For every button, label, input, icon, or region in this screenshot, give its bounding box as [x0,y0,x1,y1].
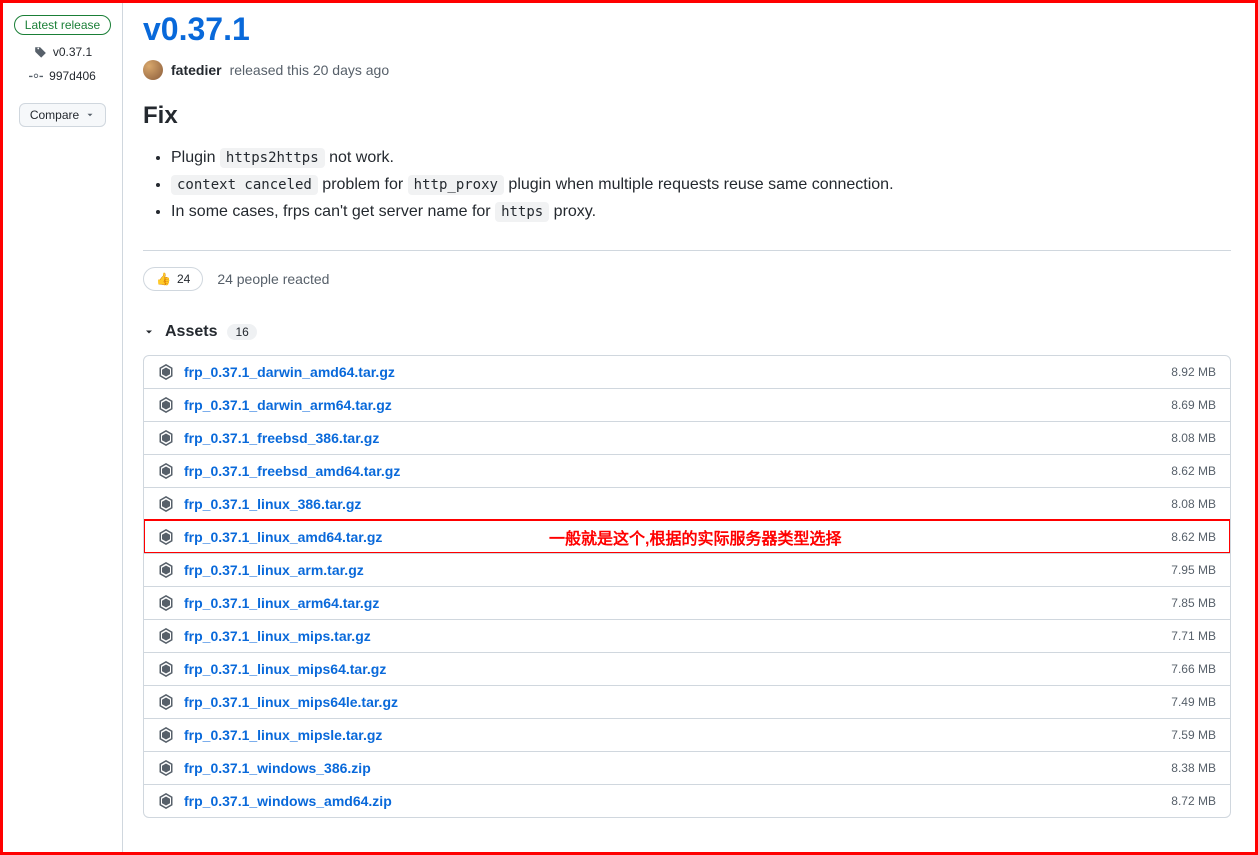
asset-row: frp_0.37.1_freebsd_amd64.tar.gz 8.62 MB [144,454,1230,487]
release-sidebar: Latest release v0.37.1 997d406 Compare [3,3,123,852]
inline-code: https2https [220,148,325,168]
asset-row: frp_0.37.1_linux_mips.tar.gz 7.71 MB [144,619,1230,652]
commit-row[interactable]: 997d406 [29,69,96,83]
package-icon [158,727,174,743]
package-icon [158,496,174,512]
asset-link[interactable]: frp_0.37.1_linux_mips.tar.gz [184,628,371,644]
reaction-count: 24 [177,272,190,286]
asset-row: frp_0.37.1_linux_arm.tar.gz 7.95 MB [144,553,1230,586]
asset-size: 8.92 MB [1171,365,1216,379]
asset-row: frp_0.37.1_linux_mips64le.tar.gz 7.49 MB [144,685,1230,718]
reaction-summary: 24 people reacted [217,271,329,287]
asset-link[interactable]: frp_0.37.1_freebsd_386.tar.gz [184,430,379,446]
inline-code: context canceled [171,175,318,195]
asset-size: 7.59 MB [1171,728,1216,742]
asset-size: 8.08 MB [1171,497,1216,511]
release-author[interactable]: fatedier [171,62,222,78]
asset-row: frp_0.37.1_linux_arm64.tar.gz 7.85 MB [144,586,1230,619]
asset-size: 7.49 MB [1171,695,1216,709]
asset-size: 7.66 MB [1171,662,1216,676]
release-note-item: Plugin https2https not work. [171,144,1231,171]
reaction-row: 👍 24 24 people reacted [143,267,1231,291]
asset-link[interactable]: frp_0.37.1_windows_amd64.zip [184,793,392,809]
reaction-thumbsup[interactable]: 👍 24 [143,267,203,291]
release-title[interactable]: v0.37.1 [143,11,1231,48]
notes-heading: Fix [143,102,1231,130]
caret-down-icon [143,326,155,338]
compare-label: Compare [30,108,79,122]
asset-row: frp_0.37.1_linux_386.tar.gz 8.08 MB [144,487,1230,520]
inline-code: https [495,202,549,222]
asset-row: frp_0.37.1_darwin_amd64.tar.gz 8.92 MB [144,356,1230,388]
section-divider [143,250,1231,251]
caret-down-icon [85,110,95,120]
asset-link[interactable]: frp_0.37.1_windows_386.zip [184,760,371,776]
package-icon [158,430,174,446]
release-note-item: In some cases, frps can't get server nam… [171,198,1231,225]
assets-label: Assets [165,323,217,341]
asset-link[interactable]: frp_0.37.1_linux_mipsle.tar.gz [184,727,382,743]
asset-link[interactable]: frp_0.37.1_linux_arm64.tar.gz [184,595,379,611]
release-notes-list: Plugin https2https not work.context canc… [143,144,1231,226]
annotation-text: 一般就是这个,根据的实际服务器类型选择 [549,525,841,549]
asset-size: 8.38 MB [1171,761,1216,775]
asset-link[interactable]: frp_0.37.1_linux_arm.tar.gz [184,562,364,578]
package-icon [158,529,174,545]
asset-row: frp_0.37.1_windows_amd64.zip 8.72 MB [144,784,1230,817]
thumbsup-icon: 👍 [156,272,171,286]
inline-code: http_proxy [408,175,504,195]
latest-release-badge: Latest release [14,15,111,35]
asset-size: 7.95 MB [1171,563,1216,577]
asset-link[interactable]: frp_0.37.1_freebsd_amd64.tar.gz [184,463,400,479]
avatar[interactable] [143,60,163,80]
assets-list: frp_0.37.1_darwin_amd64.tar.gz8.92 MBfrp… [143,355,1231,818]
asset-link[interactable]: frp_0.37.1_darwin_arm64.tar.gz [184,397,392,413]
tag-icon [33,45,47,59]
asset-link[interactable]: frp_0.37.1_linux_386.tar.gz [184,496,361,512]
package-icon [158,793,174,809]
asset-link[interactable]: frp_0.37.1_linux_amd64.tar.gz [184,529,382,545]
package-icon [158,694,174,710]
package-icon [158,661,174,677]
package-icon [158,595,174,611]
asset-size: 8.62 MB [1171,530,1216,544]
package-icon [158,364,174,380]
assets-toggle[interactable]: Assets 16 [143,323,1231,341]
asset-row: frp_0.37.1_linux_amd64.tar.gz 8.62 MB 一般就是… [144,520,1230,553]
package-icon [158,562,174,578]
asset-row: frp_0.37.1_linux_mipsle.tar.gz 7.59 MB [144,718,1230,751]
tag-row[interactable]: v0.37.1 [33,45,92,59]
asset-size: 8.08 MB [1171,431,1216,445]
asset-row: frp_0.37.1_windows_386.zip 8.38 MB [144,751,1230,784]
asset-size: 8.69 MB [1171,398,1216,412]
package-icon [158,463,174,479]
commit-sha: 997d406 [49,69,96,83]
asset-size: 7.71 MB [1171,629,1216,643]
asset-size: 7.85 MB [1171,596,1216,610]
asset-size: 8.72 MB [1171,794,1216,808]
commit-icon [29,69,43,83]
package-icon [158,628,174,644]
asset-row: frp_0.37.1_darwin_arm64.tar.gz 8.69 MB [144,388,1230,421]
release-byline: fatedier released this 20 days ago [143,60,1231,80]
asset-row: frp_0.37.1_freebsd_386.tar.gz 8.08 MB [144,421,1230,454]
package-icon [158,397,174,413]
release-note-item: context canceled problem for http_proxy … [171,171,1231,198]
package-icon [158,760,174,776]
assets-count-badge: 16 [227,324,256,340]
asset-link[interactable]: frp_0.37.1_darwin_amd64.tar.gz [184,364,395,380]
asset-size: 8.62 MB [1171,464,1216,478]
release-main: v0.37.1 fatedier released this 20 days a… [123,3,1255,852]
asset-link[interactable]: frp_0.37.1_linux_mips64le.tar.gz [184,694,398,710]
asset-row: frp_0.37.1_linux_mips64.tar.gz 7.66 MB [144,652,1230,685]
tag-name: v0.37.1 [53,45,92,59]
compare-button[interactable]: Compare [19,103,106,127]
asset-link[interactable]: frp_0.37.1_linux_mips64.tar.gz [184,661,386,677]
release-date-text: released this 20 days ago [230,62,390,78]
